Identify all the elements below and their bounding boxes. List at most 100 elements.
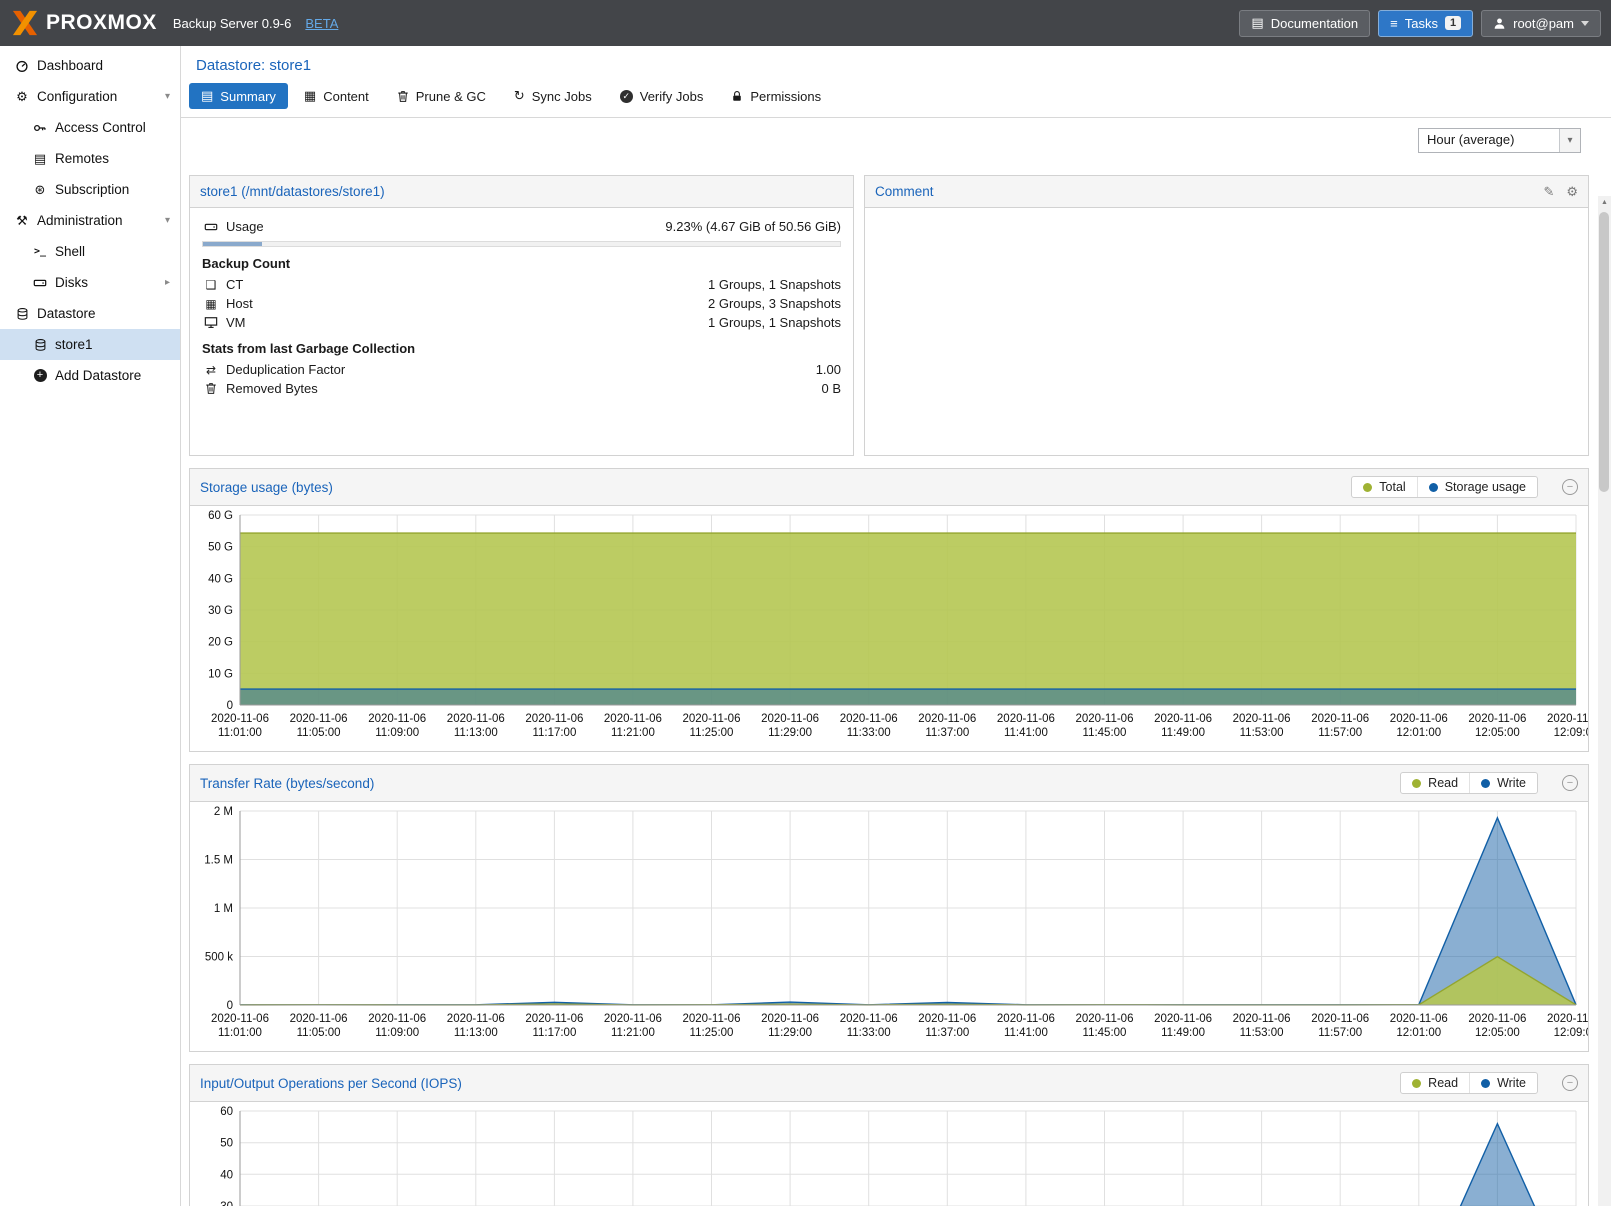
svg-text:2020-11-06: 2020-11-06 [840,1013,898,1025]
scroll-up-arrow[interactable]: ▲ [1598,196,1611,210]
sidebar-item-administration[interactable]: ⚒ Administration ▾ [0,205,180,236]
backup-count-heading: Backup Count [202,256,841,271]
svg-text:11:45:00: 11:45:00 [1083,1027,1127,1039]
sidebar-item-configuration[interactable]: ⚙ Configuration ▾ [0,81,180,112]
key-icon [30,121,50,135]
sidebar-item-subscription[interactable]: ⊛ Subscription [0,174,180,205]
beta-link[interactable]: BETA [305,16,338,31]
tab-content[interactable]: ▦ Content [292,83,381,109]
svg-text:11:33:00: 11:33:00 [847,1027,891,1039]
vm-count-row: VM 1 Groups, 1 Snapshots [202,313,841,332]
chart-toolbar: Hour (average) ▾ [181,118,1611,163]
trash-icon [397,90,409,103]
svg-text:2020-11-06: 2020-11-06 [290,713,348,725]
documentation-button[interactable]: ▤ Documentation [1239,10,1370,37]
sidebar-item-disks[interactable]: Disks ▸ [0,267,180,298]
combo-trigger[interactable]: ▾ [1559,129,1580,152]
svg-text:2020-11-06: 2020-11-06 [918,1013,976,1025]
ct-count-row: ❑ CT 1 Groups, 1 Snapshots [202,275,841,294]
svg-text:11:09:00: 11:09:00 [375,1027,419,1039]
brand-text: PROXMOX [46,11,157,35]
svg-text:11:13:00: 11:13:00 [454,1027,498,1039]
svg-text:60 G: 60 G [208,510,233,522]
svg-text:2020-11-06: 2020-11-06 [1390,713,1448,725]
collapse-panel-icon[interactable]: − [1562,1075,1578,1091]
transfer-rate-chart: 0500 k1 M1.5 M2 M2020-11-0611:01:002020-… [190,802,1588,1051]
cube-icon: ❑ [202,278,220,292]
svg-text:12:05:00: 12:05:00 [1475,727,1520,739]
legend-item-read[interactable]: Read [1401,773,1469,793]
product-version: Backup Server 0.9-6 [173,16,292,31]
svg-text:2020-11-06: 2020-11-06 [840,713,898,725]
svg-text:500 k: 500 k [205,952,233,964]
legend-dot [1412,1079,1421,1088]
svg-text:30: 30 [220,1201,233,1206]
svg-text:2020-11-06: 2020-11-06 [604,1013,662,1025]
legend-item-write[interactable]: Write [1469,773,1537,793]
svg-text:2020-11-06: 2020-11-06 [447,713,505,725]
caret-down-icon: ▾ [165,215,170,226]
legend-item-storage-usage[interactable]: Storage usage [1417,477,1537,497]
svg-text:12:01:00: 12:01:00 [1396,727,1441,739]
tasks-button[interactable]: ≡ Tasks 1 [1378,10,1473,37]
database-icon [12,307,32,321]
sidebar-item-access-control[interactable]: Access Control [0,112,180,143]
svg-text:2020-11-06: 2020-11-06 [1311,1013,1369,1025]
collapse-panel-icon[interactable]: − [1562,479,1578,495]
svg-text:11:01:00: 11:01:00 [218,1027,262,1039]
svg-text:2020-11-06: 2020-11-06 [447,1013,505,1025]
storage-usage-panel: Storage usage (bytes) Total Storage usag… [189,468,1589,752]
comment-content[interactable] [865,208,1588,455]
usage-value: 9.23% (4.67 GiB of 50.56 GiB) [665,219,841,234]
tab-prune-gc[interactable]: Prune & GC [385,83,498,109]
legend-dot [1429,483,1438,492]
tools-icon: ⚒ [12,213,32,229]
usage-row: Usage 9.23% (4.67 GiB of 50.56 GiB) [202,217,841,236]
legend-item-read[interactable]: Read [1401,1073,1469,1093]
tab-verify-jobs[interactable]: ✓ Verify Jobs [608,83,716,109]
sidebar-item-datastore[interactable]: Datastore [0,298,180,329]
removed-bytes-row: Removed Bytes 0 B [202,379,841,398]
scrollbar-thumb[interactable] [1599,212,1609,492]
chevron-down-icon [1581,21,1589,26]
svg-text:40: 40 [220,1169,233,1181]
svg-text:11:53:00: 11:53:00 [1240,1027,1284,1039]
sidebar-item-remotes[interactable]: ▤ Remotes [0,143,180,174]
svg-text:20 G: 20 G [208,637,233,649]
svg-text:10 G: 10 G [208,668,233,680]
building-icon: ▦ [202,297,220,311]
svg-text:2020-11-06: 2020-11-06 [997,713,1055,725]
sidebar-item-shell[interactable]: >_ Shell [0,236,180,267]
comment-panel: Comment ✎ ⚙ [864,175,1589,456]
legend-item-total[interactable]: Total [1352,477,1416,497]
tab-sync-jobs[interactable]: ↻ Sync Jobs [502,83,604,109]
svg-text:0: 0 [227,700,233,712]
tachometer-icon [12,59,32,73]
svg-text:2020-11-06: 2020-11-06 [683,713,741,725]
legend-item-write[interactable]: Write [1469,1073,1537,1093]
iops-legend: Read Write [1400,1072,1538,1094]
hdd-icon [30,276,50,290]
svg-text:2020-11-06: 2020-11-06 [1468,1013,1526,1025]
svg-text:11:41:00: 11:41:00 [1004,1027,1048,1039]
svg-text:2020-11-06: 2020-11-06 [918,713,976,725]
tab-permissions[interactable]: Permissions [719,83,833,109]
svg-text:2020-11-06: 2020-11-06 [368,1013,426,1025]
user-menu-button[interactable]: root@pam [1481,10,1601,37]
sidebar-item-dashboard[interactable]: Dashboard [0,50,180,81]
svg-text:11:25:00: 11:25:00 [690,1027,734,1039]
gear-icon[interactable]: ⚙ [1566,184,1578,200]
edit-comment-icon[interactable]: ✎ [1543,184,1554,200]
vertical-scrollbar[interactable]: ▲ [1598,196,1611,1206]
usage-progress-fill [203,242,262,246]
svg-text:2020-11-06: 2020-11-06 [525,713,583,725]
time-range-combobox[interactable]: Hour (average) ▾ [1418,128,1581,153]
svg-text:11:01:00: 11:01:00 [218,727,262,739]
svg-text:11:21:00: 11:21:00 [611,727,655,739]
sidebar-item-add-datastore[interactable]: + Add Datastore [0,360,180,391]
tab-summary[interactable]: ▤ Summary [189,83,288,109]
sidebar-item-store1[interactable]: store1 [0,329,180,360]
svg-text:2020-11-06: 2020-11-06 [368,713,426,725]
storage-legend: Total Storage usage [1351,476,1538,498]
collapse-panel-icon[interactable]: − [1562,775,1578,791]
